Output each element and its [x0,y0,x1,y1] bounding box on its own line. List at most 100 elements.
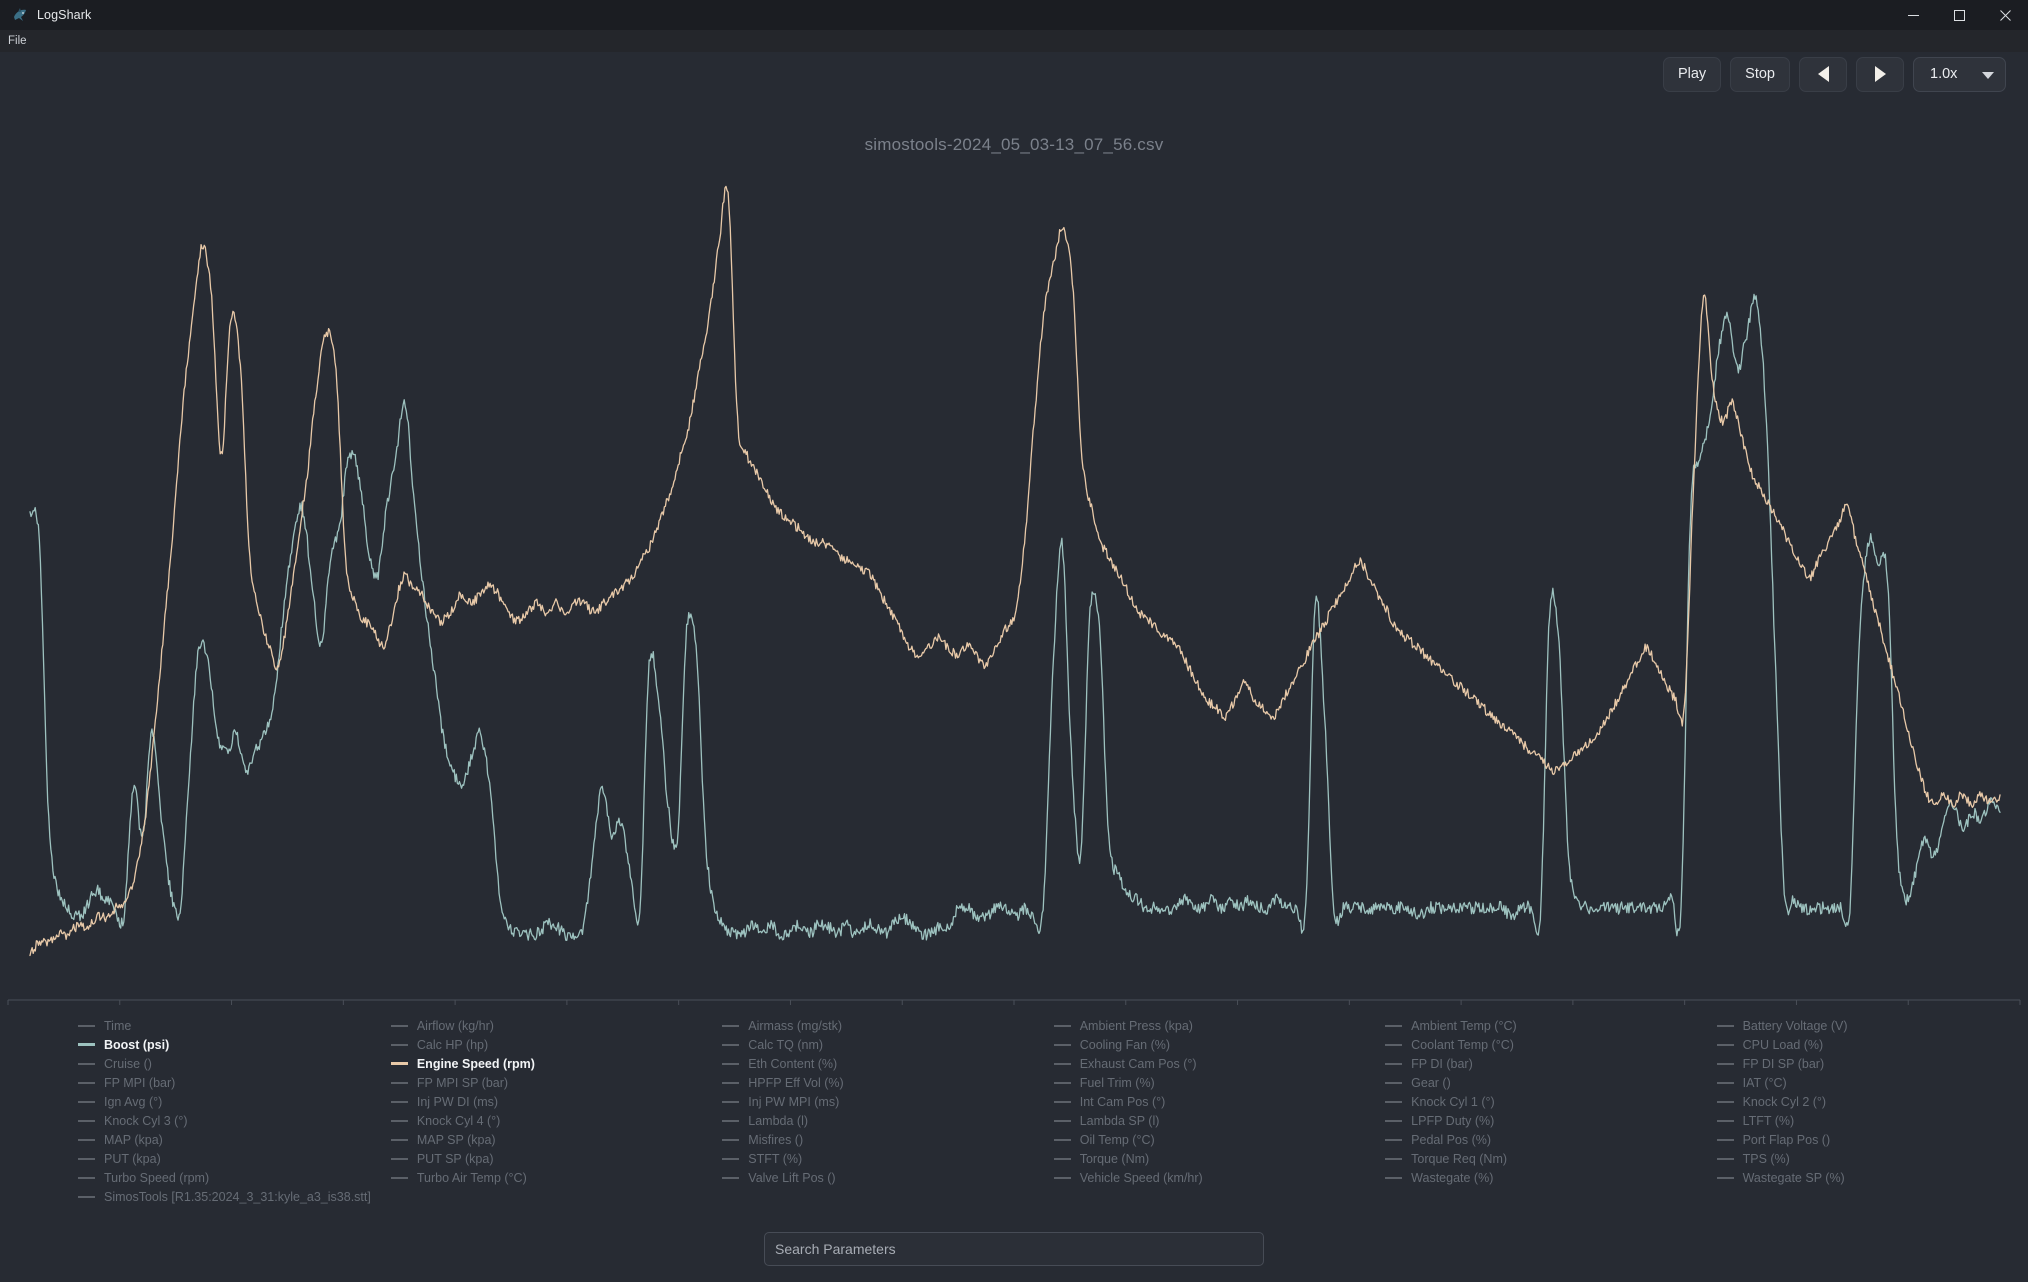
legend-item[interactable]: Lambda (l) [722,1111,1033,1130]
legend-color-swatch [1053,1176,1071,1179]
chart-plot-area[interactable] [0,160,2028,1005]
legend-item-label: Lambda (l) [748,1113,809,1128]
legend-item[interactable]: FP DI SP (bar) [1716,1054,2028,1073]
legend-item-label: Engine Speed (rpm) [416,1056,535,1071]
legend-item-label: LPFP Duty (%) [1411,1113,1495,1128]
legend-item[interactable]: Exhaust Cam Pos (°) [1053,1054,1365,1073]
legend-item[interactable]: Wastegate SP (%) [1716,1168,2028,1187]
legend-item[interactable]: Airmass (mg/stk) [722,1016,1033,1035]
legend-item[interactable]: Ign Avg (°) [78,1092,371,1111]
play-button[interactable]: Play [1662,56,1722,92]
legend-color-swatch [1716,1081,1734,1084]
legend-item[interactable]: Inj PW MPI (ms) [722,1092,1033,1111]
legend-item[interactable]: Knock Cyl 4 (°) [390,1111,702,1130]
legend-item[interactable]: Torque Req (Nm) [1385,1149,1696,1168]
legend-item-label: Torque Req (Nm) [1411,1151,1508,1166]
legend-item-label: Valve Lift Pos () [748,1170,836,1185]
legend-item[interactable]: SimosTools [R1.35:2024_3_31:kyle_a3_is38… [78,1187,371,1206]
legend-item[interactable]: Eth Content (%) [722,1054,1033,1073]
legend-item[interactable]: PUT SP (kpa) [390,1149,702,1168]
legend-item[interactable]: Cruise () [78,1054,371,1073]
legend-item[interactable]: Int Cam Pos (°) [1053,1092,1365,1111]
legend-item[interactable]: Torque (Nm) [1053,1149,1365,1168]
legend-item[interactable]: MAP SP (kpa) [390,1130,702,1149]
legend-item-label: Battery Voltage (V) [1742,1018,1848,1033]
legend-item[interactable]: FP MPI SP (bar) [390,1073,702,1092]
legend-color-swatch [390,1043,408,1046]
legend-item[interactable]: STFT (%) [722,1149,1033,1168]
step-back-button[interactable] [1799,56,1847,92]
legend-item[interactable]: HPFP Eff Vol (%) [722,1073,1033,1092]
legend-item-label: Airmass (mg/stk) [748,1018,843,1033]
menu-item-file[interactable]: File [0,33,34,49]
legend-color-swatch [1385,1024,1403,1027]
legend-item[interactable]: Vehicle Speed (km/hr) [1053,1168,1365,1187]
legend-color-swatch [722,1138,740,1141]
legend-item[interactable]: Knock Cyl 1 (°) [1385,1092,1696,1111]
legend-item-label: Inj PW DI (ms) [416,1094,499,1109]
legend-item[interactable]: FP MPI (bar) [78,1073,371,1092]
legend-item[interactable]: Engine Speed (rpm) [390,1054,702,1073]
legend-item[interactable]: MAP (kpa) [78,1130,371,1149]
legend-item[interactable]: Misfires () [722,1130,1033,1149]
legend-item[interactable]: TPS (%) [1716,1149,2028,1168]
legend-item[interactable]: Wastegate (%) [1385,1168,1696,1187]
legend-item[interactable]: Inj PW DI (ms) [390,1092,702,1111]
legend-color-swatch [722,1062,740,1065]
legend-item-label: Torque (Nm) [1079,1151,1150,1166]
stop-button[interactable]: Stop [1730,56,1790,92]
legend-item[interactable]: IAT (°C) [1716,1073,2028,1092]
legend-item[interactable]: Ambient Press (kpa) [1053,1016,1365,1035]
legend-item[interactable]: CPU Load (%) [1716,1035,2028,1054]
legend-item[interactable]: Gear () [1385,1073,1696,1092]
legend-item[interactable]: Cooling Fan (%) [1053,1035,1365,1054]
legend-item[interactable]: Oil Temp (°C) [1053,1130,1365,1149]
playback-speed-value: 1.0x [1930,66,1958,82]
legend-item[interactable]: LPFP Duty (%) [1385,1111,1696,1130]
legend-item[interactable]: Turbo Speed (rpm) [78,1168,371,1187]
legend-item[interactable]: Lambda SP (l) [1053,1111,1365,1130]
legend-column: Airflow (kg/hr) Calc HP (hp) Engine Speed … [371,1016,702,1206]
legend-item[interactable]: Coolant Temp (°C) [1385,1035,1696,1054]
legend-item[interactable]: Boost (psi) [78,1035,371,1054]
chevron-down-icon [1982,72,1994,79]
legend-item[interactable]: Airflow (kg/hr) [390,1016,702,1035]
legend-item-label: Lambda SP (l) [1079,1113,1160,1128]
legend-item[interactable]: Battery Voltage (V) [1716,1016,2028,1035]
step-forward-button[interactable] [1856,56,1904,92]
legend-color-swatch [722,1157,740,1160]
legend-color-swatch [390,1062,408,1065]
playback-speed-select[interactable]: 1.0x [1913,56,2006,92]
legend-color-swatch [1385,1119,1403,1122]
legend-item[interactable]: Turbo Air Temp (°C) [390,1168,702,1187]
legend-item[interactable]: Valve Lift Pos () [722,1168,1033,1187]
legend-item[interactable]: Ambient Temp (°C) [1385,1016,1696,1035]
search-input[interactable] [764,1232,1264,1266]
legend-item[interactable]: Port Flap Pos () [1716,1130,2028,1149]
close-icon[interactable] [1982,0,2028,30]
legend-column: Time Boost (psi) Cruise () FP MPI (bar) Ign … [0,1016,371,1206]
legend-item-label: Knock Cyl 3 (°) [104,1113,188,1128]
legend-color-swatch [1053,1100,1071,1103]
legend-item[interactable]: PUT (kpa) [78,1149,371,1168]
minimize-icon[interactable] [1890,0,1936,30]
legend-item[interactable]: Time [78,1016,371,1035]
legend-color-swatch [1716,1100,1734,1103]
maximize-icon[interactable] [1936,0,1982,30]
legend-item[interactable]: FP DI (bar) [1385,1054,1696,1073]
legend-item-label: Pedal Pos (%) [1411,1132,1492,1147]
legend-color-swatch [1053,1157,1071,1160]
legend-item[interactable]: LTFT (%) [1716,1111,2028,1130]
legend-item[interactable]: Pedal Pos (%) [1385,1130,1696,1149]
legend-item-label: Boost (psi) [104,1037,170,1052]
legend-item-label: Ambient Temp (°C) [1411,1018,1517,1033]
legend-color-swatch [78,1138,95,1141]
legend-item-label: PUT SP (kpa) [416,1151,494,1166]
legend-item[interactable]: Calc TQ (nm) [722,1035,1033,1054]
legend-item[interactable]: Calc HP (hp) [390,1035,702,1054]
legend-item[interactable]: Knock Cyl 2 (°) [1716,1092,2028,1111]
play-forward-icon [1874,66,1886,82]
legend-item[interactable]: Knock Cyl 3 (°) [78,1111,371,1130]
legend-item[interactable]: Fuel Trim (%) [1053,1073,1365,1092]
legend-color-swatch [1716,1043,1734,1046]
